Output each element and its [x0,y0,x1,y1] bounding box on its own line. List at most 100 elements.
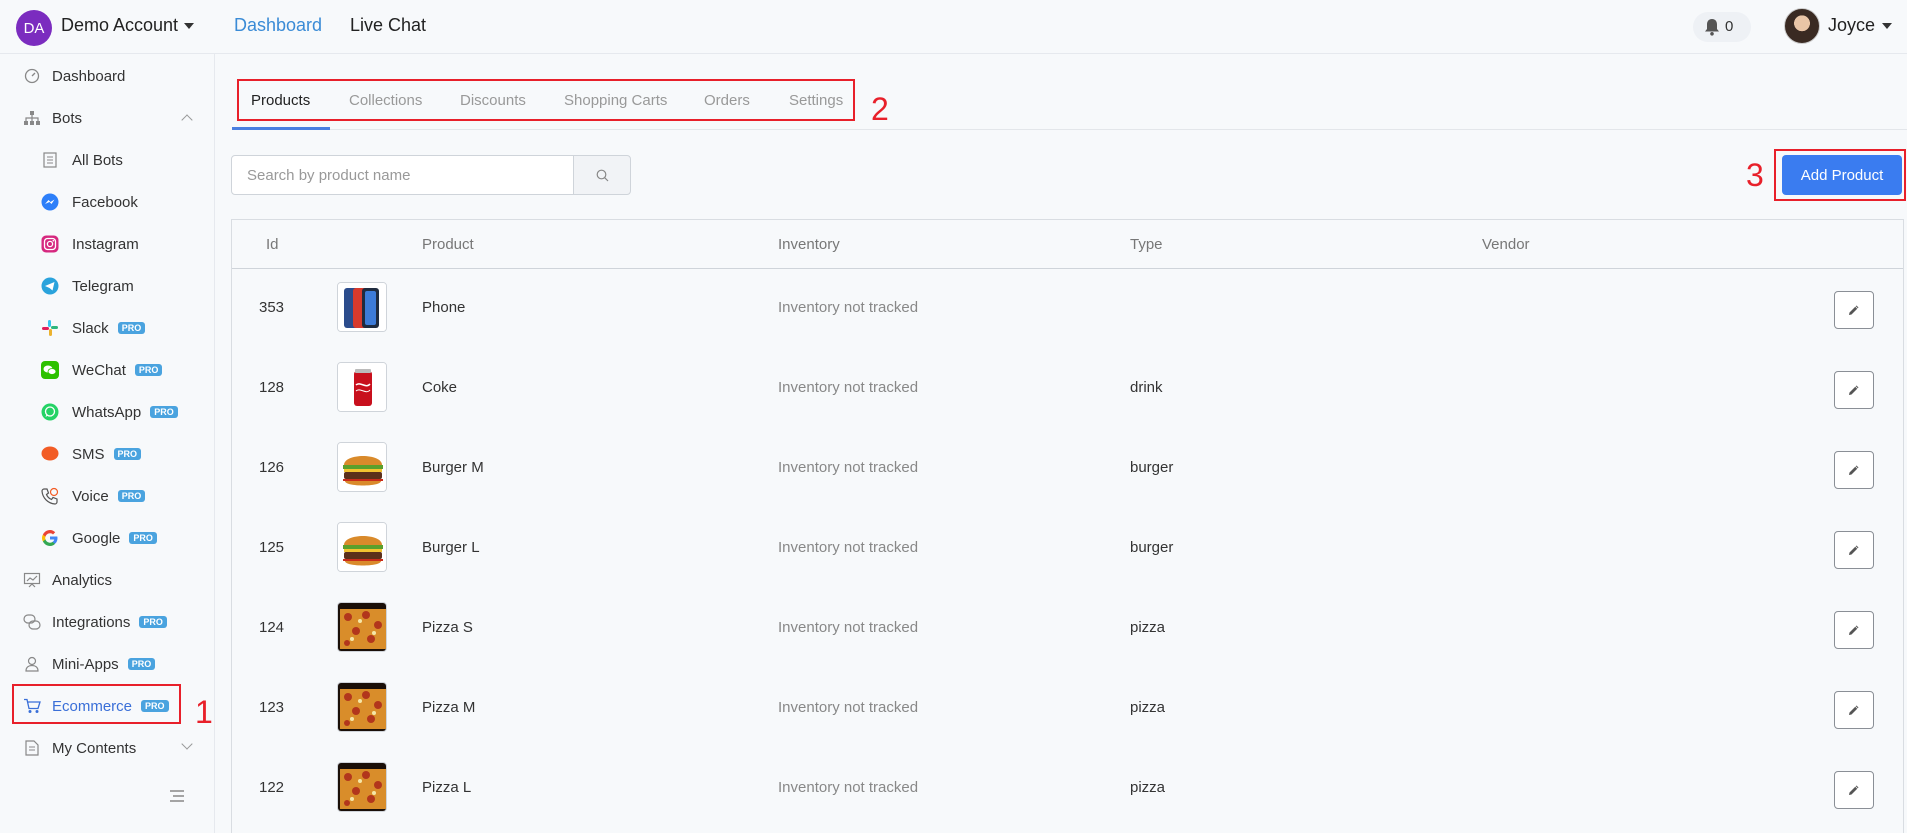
edit-product-button[interactable] [1834,451,1874,489]
sidebar-item-analytics[interactable]: Analytics [0,562,215,598]
sidebar-item-wechat[interactable]: WeChat PRO [0,352,215,388]
table-row: 353 Phone Inventory not tracked [232,269,1903,349]
product-thumbnail[interactable] [337,282,387,332]
search-icon [596,169,608,181]
cell-type: pizza [1130,699,1166,716]
cell-product[interactable]: Burger L [422,539,480,556]
sidebar-item-google[interactable]: Google PRO [0,520,215,556]
cell-product[interactable]: Pizza L [422,779,471,796]
edit-product-button[interactable] [1834,531,1874,569]
sms-icon [40,444,60,464]
products-table: Id Product Inventory Type Vendor 353 Phon… [231,219,1904,833]
pro-badge: PRO [117,489,146,502]
cell-type: burger [1130,459,1174,476]
cell-id: 125 [259,539,285,556]
product-thumbnail[interactable] [337,362,387,412]
product-thumbnail[interactable] [337,442,387,492]
sidebar-item-dashboard[interactable]: Dashboard [0,58,215,94]
nav-live-chat[interactable]: Live Chat [350,15,426,36]
sidebar-item-all-bots[interactable]: All Bots [0,142,215,178]
user-icon [22,654,42,674]
table-row: 123 Pizza M Inventory not tracked pizza [232,669,1903,749]
account-name[interactable]: Demo Account [61,15,178,36]
user-name[interactable]: Joyce [1828,15,1875,36]
sidebar-item-integrations[interactable]: Integrations PRO [0,604,215,640]
sidebar-item-slack[interactable]: Slack PRO [0,310,215,346]
highlight-box-ecommerce [12,684,181,724]
cell-inventory: Inventory not tracked [778,459,919,476]
cell-product[interactable]: Pizza M [422,699,475,716]
cell-type: drink [1130,379,1163,396]
user-dropdown-icon[interactable] [1882,23,1892,29]
sidebar-item-sms[interactable]: SMS PRO [0,436,215,472]
sidebar-item-instagram[interactable]: Instagram [0,226,215,262]
nav-dashboard[interactable]: Dashboard [234,15,322,36]
pro-badge: PRO [150,405,178,418]
table-row: 126 Burger M Inventory not tracked burger [232,429,1903,509]
account-dropdown-icon[interactable] [184,23,194,29]
cell-type: pizza [1130,779,1166,796]
sidebar-item-label: Bots [52,109,83,127]
pro-badge: PRO [113,447,142,460]
collapse-sidebar-icon[interactable] [170,789,184,807]
search-input[interactable] [232,156,552,194]
account-avatar[interactable]: DA [16,10,52,46]
cell-id: 126 [259,459,285,476]
wechat-icon [40,360,60,380]
search-field [231,155,574,195]
cell-id: 128 [259,379,285,396]
cell-product[interactable]: Pizza S [422,619,473,636]
pencil-icon [1849,305,1859,315]
column-header-type: Type [1130,236,1163,253]
sidebar-item-my-contents[interactable]: My Contents [0,730,215,766]
cell-product[interactable]: Burger M [422,459,484,476]
edit-product-button[interactable] [1834,771,1874,809]
search-button[interactable] [573,155,631,195]
pencil-icon [1849,385,1859,395]
annotation-number: 3 [1746,157,1764,193]
bell-icon [1705,19,1719,36]
cell-inventory: Inventory not tracked [778,299,919,316]
add-product-button[interactable]: Add Product [1782,155,1902,195]
sidebar-item-telegram[interactable]: Telegram [0,268,215,304]
sidebar-item-label: SMS PRO [72,446,142,463]
pencil-icon [1849,545,1859,555]
sidebar-item-label: WhatsApp PRO [72,404,178,421]
slack-icon [40,318,60,338]
active-tab-indicator [232,127,330,130]
product-thumbnail[interactable] [337,762,387,812]
cell-id: 123 [259,699,285,716]
cell-inventory: Inventory not tracked [778,539,919,556]
product-thumbnail[interactable] [337,522,387,572]
notifications-button[interactable]: 0 [1693,12,1751,42]
table-row: 128 Coke Inventory not tracked drink [232,349,1903,429]
sidebar-item-voice[interactable]: Voice PRO [0,478,215,514]
sidebar-item-label: All Bots [72,151,123,169]
cell-id: 122 [259,779,285,796]
edit-product-button[interactable] [1834,291,1874,329]
column-header-inventory: Inventory [778,236,840,253]
sidebar-item-whatsapp[interactable]: WhatsApp PRO [0,394,215,430]
product-thumbnail[interactable] [337,682,387,732]
edit-product-button[interactable] [1834,611,1874,649]
sidebar-item-facebook[interactable]: Facebook [0,184,215,220]
cell-product[interactable]: Phone [422,299,465,316]
sidebar-item-bots[interactable]: Bots [0,100,215,136]
google-icon [40,528,60,548]
cell-inventory: Inventory not tracked [778,619,919,636]
cell-product[interactable]: Coke [422,379,457,396]
table-row: 122 Pizza L Inventory not tracked pizza [232,749,1903,829]
highlight-box-tabs [237,79,855,121]
edit-product-button[interactable] [1834,371,1874,409]
sidebar-item-mini-apps[interactable]: Mini-Apps PRO [0,646,215,682]
cell-inventory: Inventory not tracked [778,779,919,796]
cell-inventory: Inventory not tracked [778,379,919,396]
user-avatar[interactable] [1784,8,1820,44]
pencil-icon [1849,705,1859,715]
telegram-icon [40,276,60,296]
product-thumbnail[interactable] [337,602,387,652]
analytics-icon [22,570,42,590]
edit-product-button[interactable] [1834,691,1874,729]
sidebar-item-label: Instagram [72,235,139,253]
chevron-down-icon [181,738,193,750]
